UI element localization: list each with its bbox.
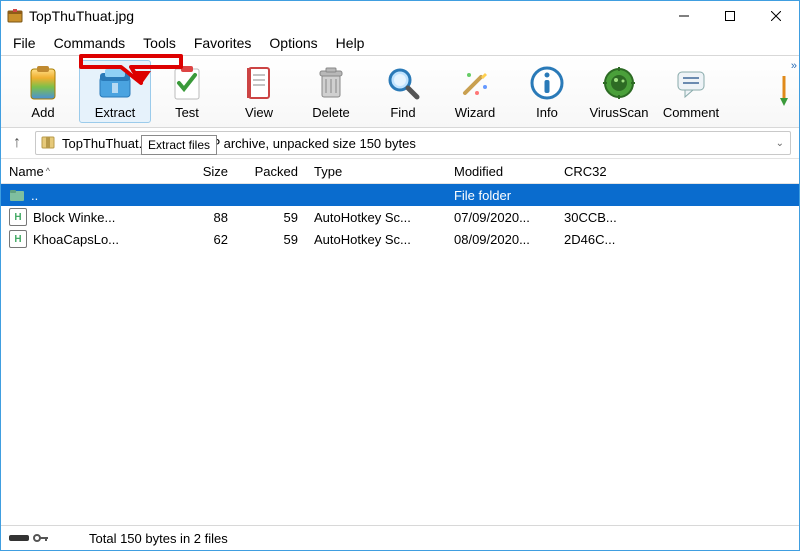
menu-help[interactable]: Help: [328, 33, 373, 53]
find-button[interactable]: Find: [367, 60, 439, 123]
comment-icon: [671, 63, 711, 103]
app-icon: [7, 8, 23, 24]
col-modified[interactable]: Modified: [446, 164, 556, 179]
view-label: View: [245, 105, 273, 120]
drive-icon: [9, 531, 29, 546]
extract-icon: [95, 63, 135, 103]
delete-icon: [311, 63, 351, 103]
virusscan-icon: [599, 63, 639, 103]
statusbar: Total 150 bytes in 2 files: [1, 525, 799, 550]
toolbar-overflow-icon[interactable]: »: [791, 60, 795, 72]
wizard-icon: [455, 63, 495, 103]
info-icon: [527, 63, 567, 103]
key-icon: [33, 531, 49, 546]
info-label: Info: [536, 105, 558, 120]
menubar: File Commands Tools Favorites Options He…: [1, 31, 799, 55]
comment-label: Comment: [663, 105, 719, 120]
folder-icon: [9, 187, 25, 203]
virusscan-label: VirusScan: [589, 105, 648, 120]
archive-icon: [40, 134, 56, 153]
parent-folder-row[interactable]: .. File folder: [1, 184, 799, 206]
col-packed[interactable]: Packed: [236, 164, 306, 179]
delete-button[interactable]: Delete: [295, 60, 367, 123]
file-list: .. File folder HBlock Winke... 88 59 Aut…: [1, 184, 799, 525]
extract-button[interactable]: Extract: [79, 60, 151, 123]
add-label: Add: [31, 105, 54, 120]
ahk-file-icon: H: [9, 230, 27, 248]
extract-label: Extract: [95, 105, 135, 120]
test-icon: [167, 63, 207, 103]
minimize-button[interactable]: [661, 1, 707, 31]
up-button[interactable]: ↑: [9, 134, 25, 152]
menu-tools[interactable]: Tools: [135, 33, 184, 53]
menu-file[interactable]: File: [5, 33, 44, 53]
virusscan-button[interactable]: VirusScan: [583, 60, 655, 123]
find-icon: [383, 63, 423, 103]
col-name[interactable]: Name ^: [1, 164, 166, 179]
status-left: [1, 531, 69, 546]
list-row[interactable]: HKhoaCapsLo... 62 59 AutoHotkey Sc... 08…: [1, 228, 799, 250]
test-button[interactable]: Test: [151, 60, 223, 123]
wizard-button[interactable]: Wizard: [439, 60, 511, 123]
delete-label: Delete: [312, 105, 350, 120]
info-button[interactable]: Info: [511, 60, 583, 123]
add-button[interactable]: Add: [7, 60, 79, 123]
close-button[interactable]: [753, 1, 799, 31]
menu-commands[interactable]: Commands: [46, 33, 134, 53]
list-row[interactable]: HBlock Winke... 88 59 AutoHotkey Sc... 0…: [1, 206, 799, 228]
wizard-label: Wizard: [455, 105, 495, 120]
view-icon: [239, 63, 279, 103]
test-label: Test: [175, 105, 199, 120]
maximize-button[interactable]: [707, 1, 753, 31]
sort-asc-icon: ^: [46, 166, 50, 176]
menu-options[interactable]: Options: [261, 33, 325, 53]
col-type[interactable]: Type: [306, 164, 446, 179]
add-icon: [23, 63, 63, 103]
chevron-down-icon[interactable]: ⌄: [776, 138, 784, 149]
tooltip-extract: Extract files: [141, 135, 217, 155]
col-size[interactable]: Size: [166, 164, 236, 179]
window-title: TopThuThuat.jpg: [29, 8, 134, 24]
view-button[interactable]: View: [223, 60, 295, 123]
app-window: TopThuThuat.jpg File Commands Tools Favo…: [0, 0, 800, 551]
comment-button[interactable]: Comment: [655, 60, 727, 123]
path-text: TopThuThuat.jpg - SFX ZIP archive, unpac…: [62, 136, 416, 151]
col-crc32[interactable]: CRC32: [556, 164, 636, 179]
toolbar-pin-icon[interactable]: [779, 76, 789, 109]
find-label: Find: [390, 105, 415, 120]
menu-favorites[interactable]: Favorites: [186, 33, 260, 53]
status-total: Total 150 bytes in 2 files: [69, 531, 799, 546]
ahk-file-icon: H: [9, 208, 27, 226]
list-header: Name ^ Size Packed Type Modified CRC32: [1, 158, 799, 184]
titlebar: TopThuThuat.jpg: [1, 1, 799, 31]
pathbar: ↑ TopThuThuat.jpg - SFX ZIP archive, unp…: [1, 128, 799, 158]
toolbar: Add Extract Test View Delete Find Wizard: [1, 55, 799, 128]
